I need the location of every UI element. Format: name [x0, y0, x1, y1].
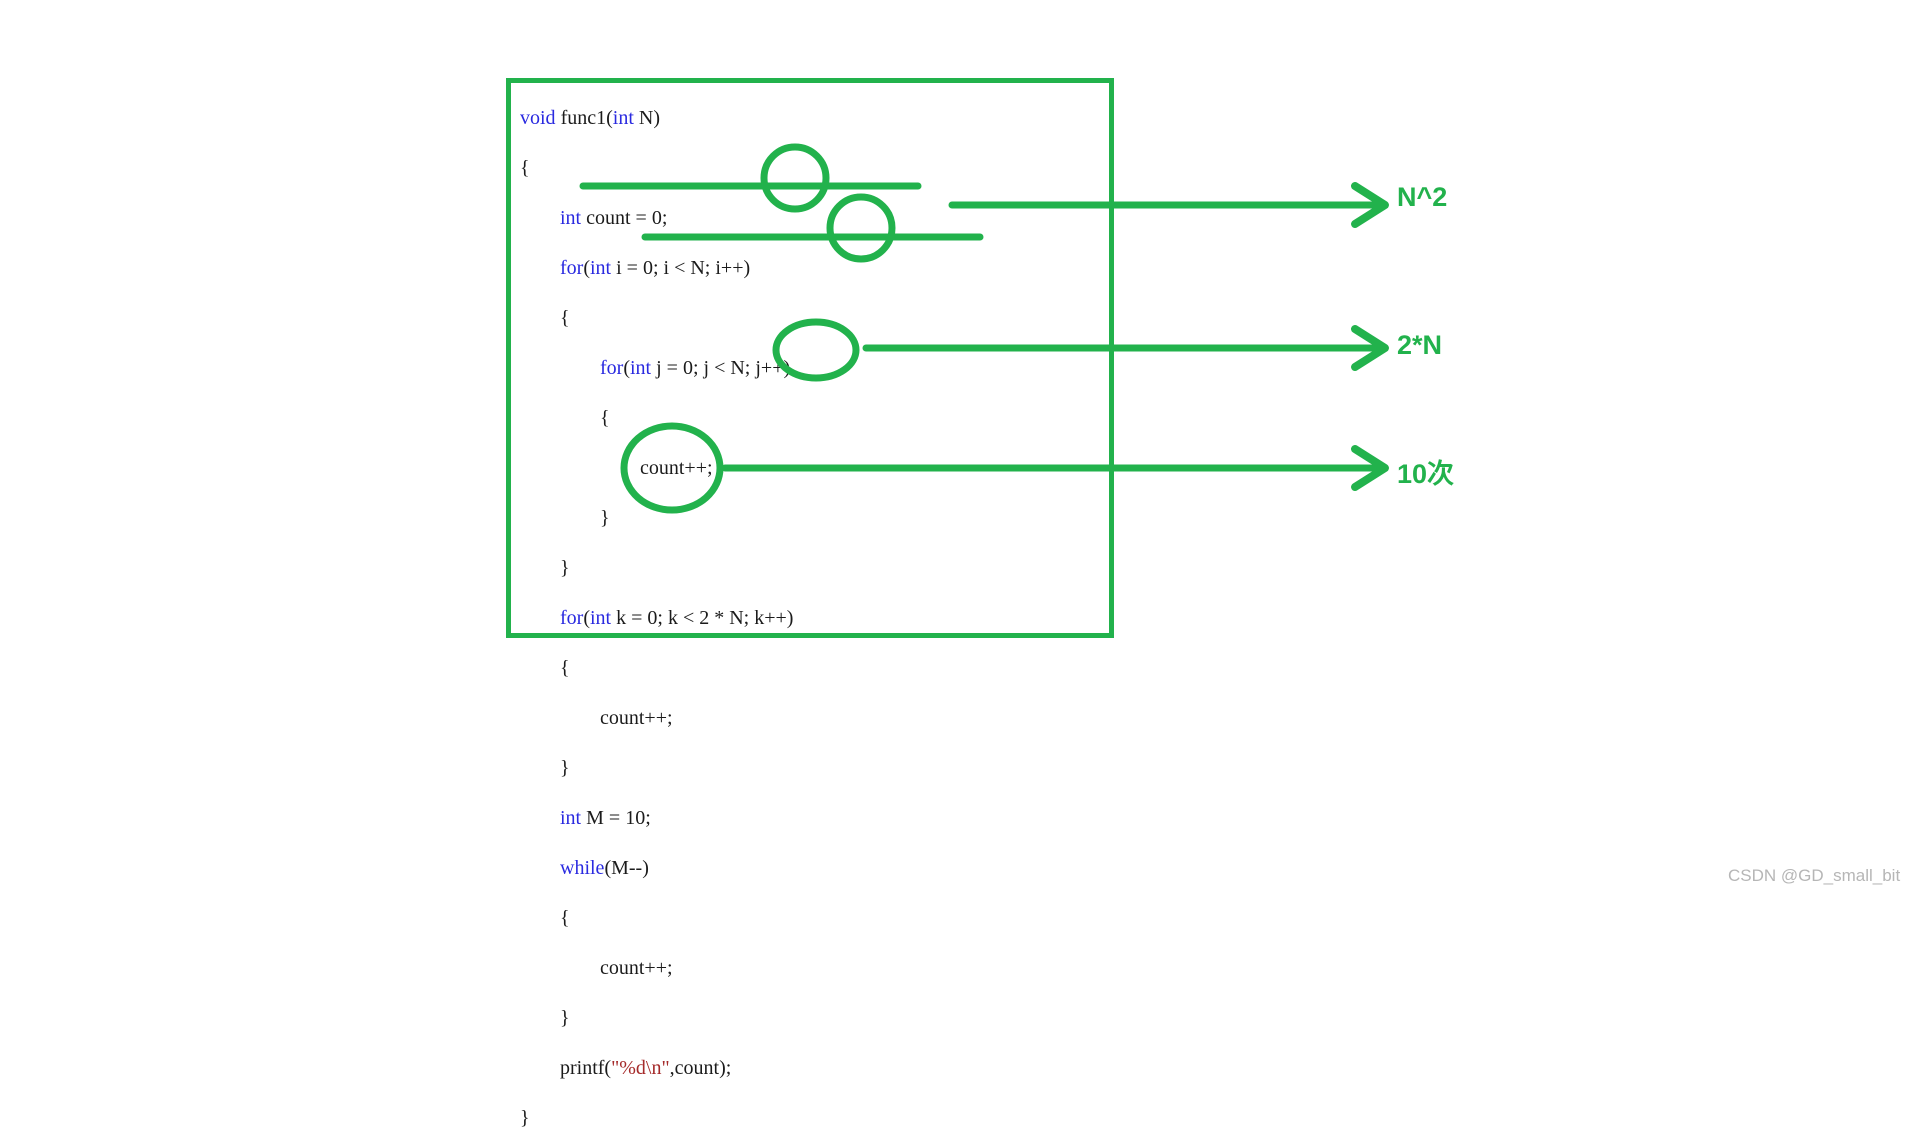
annotation-label-two-n: 2*N [1397, 330, 1443, 360]
code-line: void func1(int N) [520, 106, 1120, 131]
code-token: } [520, 757, 570, 779]
code-line: { [520, 156, 1120, 181]
code-token: int [590, 257, 612, 279]
annotation-label-ten-times: 10次 [1397, 459, 1455, 489]
code-token: ( [623, 357, 630, 379]
code-token: int [560, 807, 582, 829]
code-token: { [520, 307, 570, 329]
code-token: { [520, 157, 530, 179]
code-token: for [560, 257, 584, 279]
code-line: { [520, 306, 1120, 331]
code-line: } [520, 756, 1120, 781]
code-listing: void func1(int N) { int count = 0; for(i… [520, 106, 1120, 1131]
code-token: count++; [520, 457, 713, 479]
code-line: { [520, 406, 1120, 431]
code-line: while(M--) [520, 856, 1120, 881]
code-line: } [520, 556, 1120, 581]
code-token: } [520, 1107, 530, 1129]
code-line: int M = 10; [520, 806, 1120, 831]
annotation-label-n-squared: N^2 [1397, 182, 1448, 212]
code-token: int [612, 107, 634, 129]
code-token: i = 0; i < N; i++) [611, 257, 751, 279]
code-line: for(int j = 0; j < N; j++) [520, 356, 1120, 381]
code-token: ,count); [669, 1057, 732, 1079]
code-line: printf("%d\n",count); [520, 1056, 1120, 1081]
code-token: int [630, 357, 652, 379]
code-line: } [520, 1006, 1120, 1031]
code-token: for [600, 357, 624, 379]
code-token: int [590, 607, 612, 629]
code-token: k = 0; k < 2 * N; k++) [611, 607, 794, 629]
code-line: { [520, 656, 1120, 681]
code-token: } [520, 557, 570, 579]
code-token: count = 0; [581, 207, 668, 229]
arrow-head-10ci [1351, 445, 1389, 491]
code-token: printf( [520, 1057, 612, 1079]
code-line: } [520, 1106, 1120, 1131]
csdn-watermark: CSDN @GD_small_bit [1728, 866, 1901, 885]
code-token: ( [583, 607, 590, 629]
code-token: for [560, 607, 584, 629]
code-token: { [520, 407, 610, 429]
code-line: count++; [520, 456, 1120, 481]
code-line: int count = 0; [520, 206, 1120, 231]
arrow-head-n2 [1351, 182, 1389, 228]
code-token: N) [633, 107, 660, 129]
code-token: while [560, 857, 605, 879]
code-token: ( [583, 257, 590, 279]
code-token: void [520, 107, 561, 129]
code-token: count++; [520, 957, 673, 979]
code-token: { [520, 657, 570, 679]
arrow-head-2n [1351, 325, 1389, 371]
code-token: M = 10; [581, 807, 651, 829]
code-line: { [520, 906, 1120, 931]
code-token: j = 0; j < N; j++) [651, 357, 791, 379]
code-token: func1( [560, 107, 613, 129]
code-line: for(int k = 0; k < 2 * N; k++) [520, 606, 1120, 631]
code-line: for(int i = 0; i < N; i++) [520, 256, 1120, 281]
code-token: "%d\n" [611, 1057, 670, 1079]
code-token: } [520, 1007, 570, 1029]
code-token: count++; [520, 707, 673, 729]
code-line: count++; [520, 956, 1120, 981]
code-token: int [560, 207, 582, 229]
code-token: { [520, 907, 570, 929]
code-token: (M--) [604, 857, 649, 879]
code-token: } [520, 507, 610, 529]
code-line: count++; [520, 706, 1120, 731]
code-line: } [520, 506, 1120, 531]
